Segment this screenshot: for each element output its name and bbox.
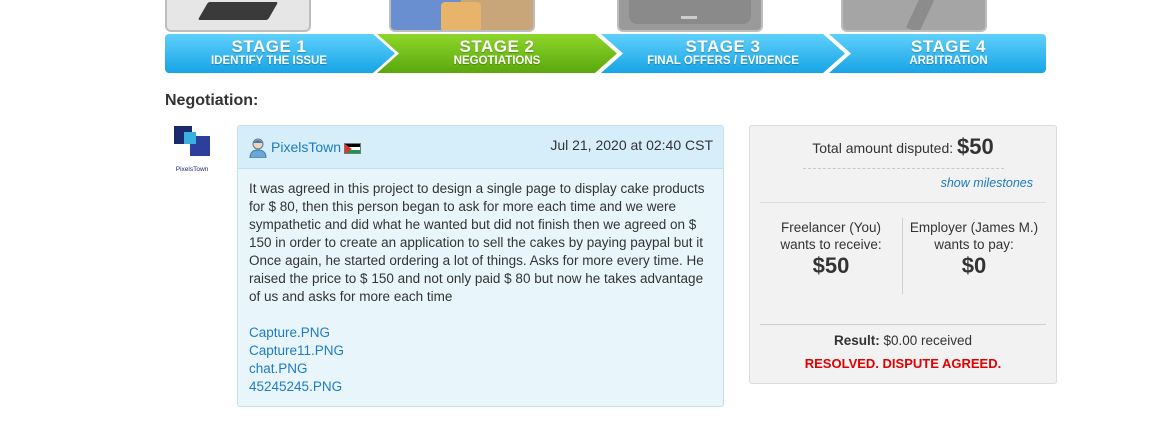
attachment-link[interactable]: 45245245.PNG bbox=[249, 378, 713, 396]
message-text: It was agreed in this project to design … bbox=[249, 181, 705, 304]
divider bbox=[760, 324, 1046, 325]
negotiation-heading: Negotiation: bbox=[165, 92, 259, 109]
total-disputed-label: Total amount disputed: bbox=[812, 140, 954, 156]
stage-3-subtitle: FINAL OFFERS / EVIDENCE bbox=[647, 55, 799, 67]
user-avatar-icon bbox=[249, 138, 267, 158]
divider bbox=[760, 202, 1046, 203]
message-header: PixelsTown Jul 21, 2020 at 02:40 CST bbox=[238, 126, 723, 169]
message-username-link[interactable]: PixelsTown bbox=[271, 139, 341, 155]
freelancer-sublabel: wants to receive: bbox=[780, 237, 882, 252]
stage-1-subtitle: IDENTIFY THE ISSUE bbox=[210, 55, 328, 67]
stage1-image bbox=[165, 0, 311, 32]
stage-4-subtitle: ARBITRATION bbox=[909, 55, 988, 67]
negotiation-message: PixelsTown Jul 21, 2020 at 02:40 CST It … bbox=[237, 125, 724, 407]
dispute-status: RESOLVED. DISPUTE AGREED. bbox=[804, 356, 1002, 371]
employer-sublabel: wants to pay: bbox=[934, 237, 1014, 252]
stage-2: STAGE 2 NEGOTIATIONS bbox=[377, 34, 617, 73]
pixelstown-logo: PixelsTown bbox=[172, 124, 212, 176]
employer-amount: $0 bbox=[961, 253, 987, 278]
attachment-link[interactable]: Capture.PNG bbox=[249, 324, 713, 342]
stage4-image bbox=[841, 0, 987, 32]
employer-offer: Employer (James M.) wants to pay: $0 bbox=[899, 219, 1049, 278]
stage-4: STAGE 4 ARBITRATION bbox=[829, 34, 1046, 73]
logo-name: PixelsTown bbox=[175, 166, 209, 173]
stage-1: STAGE 1 IDENTIFY THE ISSUE bbox=[165, 34, 395, 73]
attachment-link[interactable]: Capture11.PNG bbox=[249, 342, 713, 360]
message-body: It was agreed in this project to design … bbox=[238, 169, 723, 396]
result-value: $0.00 received bbox=[883, 333, 973, 348]
show-milestones-link[interactable]: show milestones bbox=[941, 176, 1033, 190]
total-disputed-amount: $50 bbox=[957, 134, 994, 159]
freelancer-offer: Freelancer (You) wants to receive: $50 bbox=[756, 219, 906, 278]
result-label: Result: bbox=[833, 333, 880, 348]
attachment-list: Capture.PNG Capture11.PNG chat.PNG 45245… bbox=[249, 324, 713, 396]
dotted-divider bbox=[803, 168, 1004, 169]
employer-label: Employer (James M.) bbox=[909, 220, 1039, 235]
stage3-image bbox=[617, 0, 763, 32]
stage-2-subtitle: NEGOTIATIONS bbox=[453, 55, 541, 67]
attachment-link[interactable]: chat.PNG bbox=[249, 360, 713, 378]
stage2-image bbox=[389, 0, 535, 32]
stage-3: STAGE 3 FINAL OFFERS / EVIDENCE bbox=[601, 34, 845, 73]
total-disputed: Total amount disputed: $50 bbox=[750, 134, 1056, 160]
stage-1-title: STAGE 1 bbox=[231, 37, 307, 56]
message-date: Jul 21, 2020 at 02:40 CST bbox=[550, 137, 713, 153]
stage-4-title: STAGE 4 bbox=[911, 37, 986, 56]
result-row: Result: $0.00 received bbox=[750, 333, 1056, 348]
stage-progress-bar: STAGE 1 IDENTIFY THE ISSUE STAGE 2 NEGOT… bbox=[165, 34, 1046, 73]
dispute-summary-panel: Total amount disputed: $50 show mileston… bbox=[749, 125, 1057, 384]
stage-2-title: STAGE 2 bbox=[459, 37, 535, 56]
jordan-flag-icon bbox=[344, 143, 361, 154]
freelancer-label: Freelancer (You) bbox=[780, 220, 882, 235]
freelancer-amount: $50 bbox=[812, 253, 850, 278]
stage-3-title: STAGE 3 bbox=[685, 37, 761, 56]
